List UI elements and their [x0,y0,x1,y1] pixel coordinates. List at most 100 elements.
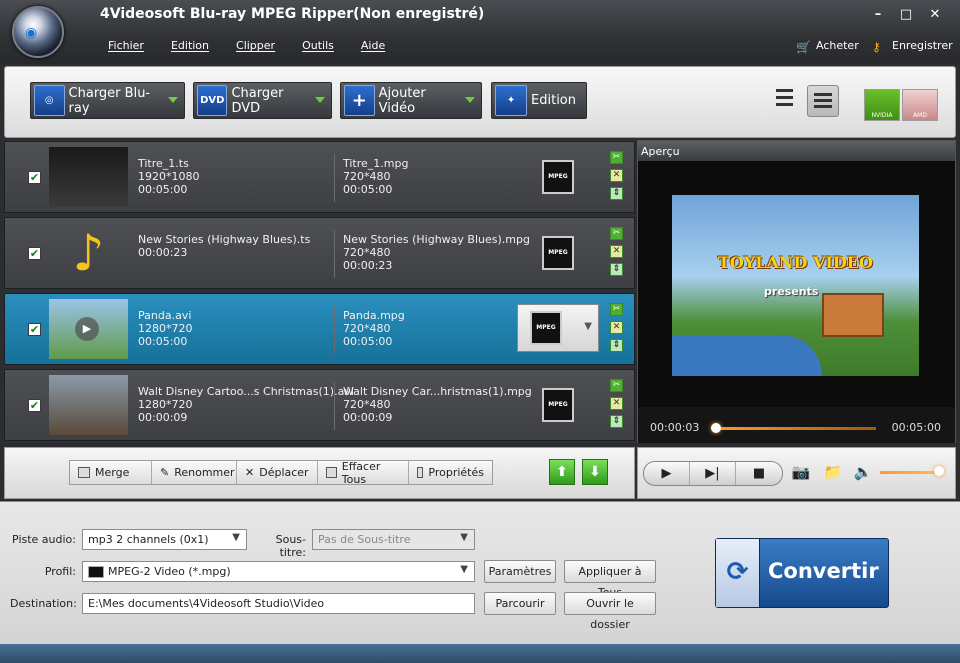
detail-view-icon[interactable] [807,85,839,117]
output-resolution: 720*480 [343,398,391,411]
chevron-down-icon[interactable] [315,97,325,103]
play-icon[interactable]: ▶ [644,462,690,485]
file-row[interactable]: ✔ Walt Disney Cartoo...s Christmas(1).av… [4,369,635,441]
volume-slider[interactable] [880,471,940,474]
chevron-down-icon[interactable]: ▼ [584,321,592,332]
load-dvd-label: Charger DVD [231,85,284,116]
delete-icon[interactable]: ✕ [610,321,623,334]
file-checkbox[interactable]: ✔ [28,171,41,184]
register-link[interactable]: ⚷ Enregistrer [872,39,953,54]
video-thumbnail[interactable]: ▶ [49,299,128,359]
move-button[interactable]: ✕ Déplacer [237,461,318,484]
seek-bar[interactable] [716,427,876,430]
clear-all-button[interactable]: Effacer Tous [318,460,409,486]
delete-icon[interactable]: ✕ [610,397,623,410]
source-resolution: 1920*1080 [138,170,200,183]
file-row-selected[interactable]: ✔ ▶ Panda.avi 1280*720 00:05:00 Panda.mp… [4,293,635,365]
expand-icon[interactable]: ⇕ [610,415,623,428]
file-checkbox[interactable]: ✔ [28,399,41,412]
merge-button[interactable]: Merge [70,461,152,484]
file-row[interactable]: ✔ Titre_1.ts 1920*1080 00:05:00 Titre_1.… [4,141,635,213]
move-up-icon[interactable]: ⬆ [549,459,575,485]
move-down-icon[interactable]: ⬇ [582,459,608,485]
browse-button[interactable]: Parcourir [484,592,556,615]
expand-icon[interactable]: ⇕ [610,187,623,200]
close-button[interactable]: ✕ [926,7,944,23]
parameters-button[interactable]: Paramètres [484,560,556,583]
expand-icon[interactable]: ⇕ [610,339,623,352]
mpeg-format-icon[interactable]: MPEG [542,160,574,194]
add-video-button[interactable]: + Ajouter Vidéo [340,82,482,119]
seek-handle[interactable] [711,423,721,433]
edit-button[interactable]: ✦ Edition [491,82,587,119]
app-logo-icon: ◉ [12,6,64,58]
divider [334,230,335,278]
nvidia-badge: NVIDIA [864,89,900,121]
minimize-button[interactable]: – [869,7,887,23]
chevron-down-icon[interactable] [465,97,475,103]
open-folder-button[interactable]: Ouvrir le dossier [564,592,656,631]
edit-label: Edition [531,93,576,108]
apply-all-button[interactable]: Appliquer à Tous [564,560,656,599]
output-duration: 00:00:23 [343,259,393,272]
next-frame-icon[interactable]: ▶| [690,462,736,485]
delete-icon[interactable]: ✕ [610,169,623,182]
volume-handle[interactable] [934,466,944,476]
mpeg-format-icon[interactable]: MPEG [542,236,574,270]
stop-icon[interactable]: ■ [736,462,782,485]
profile-select[interactable]: MPEG-2 Video (*.mpg) ▼ [82,561,475,582]
trash-icon [326,467,337,478]
list-view-icon[interactable] [769,89,793,113]
menu-outils[interactable]: Outils [302,39,334,52]
clip-icon[interactable]: ✂ [610,227,623,240]
window-title: 4Videosoft Blu-ray MPEG Ripper(Non enreg… [100,6,485,22]
speaker-icon[interactable]: 🔈 [852,463,874,481]
file-row[interactable]: ✔ ♪ New Stories (Highway Blues).ts 00:00… [4,217,635,289]
folder-icon[interactable]: 📁 [822,463,844,481]
plus-icon: + [344,85,375,116]
load-bluray-button[interactable]: ◎ Charger Blu-ray [30,82,185,119]
audio-track-select[interactable]: mp3 2 channels (0x1) ▼ [82,529,247,550]
chevron-down-icon[interactable]: ▼ [232,532,240,543]
file-checkbox[interactable]: ✔ [28,323,41,336]
video-frame[interactable]: TOYLAND VIDEO presents [672,195,919,376]
menu-aide[interactable]: Aide [361,39,385,52]
clip-icon[interactable]: ✂ [610,379,623,392]
properties-button[interactable]: Propriétés [409,461,492,484]
convert-button[interactable]: ⟳ Convertir [715,538,889,608]
file-checkbox[interactable]: ✔ [28,247,41,260]
expand-icon[interactable]: ⇕ [610,263,623,276]
menu-edition[interactable]: Edition [171,39,209,52]
camera-icon[interactable]: 📷 [790,463,812,481]
output-name: Panda.mpg [343,309,405,322]
load-bluray-label: Charger Blu-ray [68,85,151,116]
dvd-icon: DVD [197,85,228,116]
menu-clipper[interactable]: Clipper [236,39,275,52]
buy-link[interactable]: 🛒 Acheter [796,39,859,54]
menu-fichier[interactable]: Fichier [108,39,144,52]
clip-icon[interactable]: ✂ [610,303,623,316]
load-dvd-button[interactable]: DVD Charger DVD [193,82,332,119]
convert-label: Convertir [768,559,879,583]
chevron-down-icon[interactable] [168,97,178,103]
chevron-down-icon[interactable]: ▼ [460,532,468,543]
destination-input[interactable]: E:\Mes documents\4Videosoft Studio\Video [82,593,475,614]
delete-icon[interactable]: ✕ [610,245,623,258]
source-info: Titre_1.ts 1920*1080 00:05:00 [138,157,200,196]
output-resolution: 720*480 [343,170,391,183]
clip-icon[interactable]: ✂ [610,151,623,164]
mpeg-format-icon[interactable]: MPEG [542,388,574,422]
maximize-button[interactable]: □ [897,7,915,23]
source-duration: 00:00:09 [138,411,188,424]
audio-track-label: Piste audio: [12,533,76,546]
rename-button[interactable]: ✎ Renommer [152,461,237,484]
subtitle-select[interactable]: Pas de Sous-titre ▼ [312,529,475,550]
format-dropdown[interactable]: MPEG ▼ [517,304,599,352]
document-icon [417,467,424,478]
music-note-icon: ♪ [72,224,105,282]
settings-panel: Piste audio: mp3 2 channels (0x1) ▼ Sous… [0,501,960,644]
chevron-down-icon[interactable]: ▼ [460,564,468,575]
properties-label: Propriétés [428,466,484,479]
output-name: New Stories (Highway Blues).mpg [343,233,530,246]
play-icon[interactable]: ▶ [75,317,99,341]
